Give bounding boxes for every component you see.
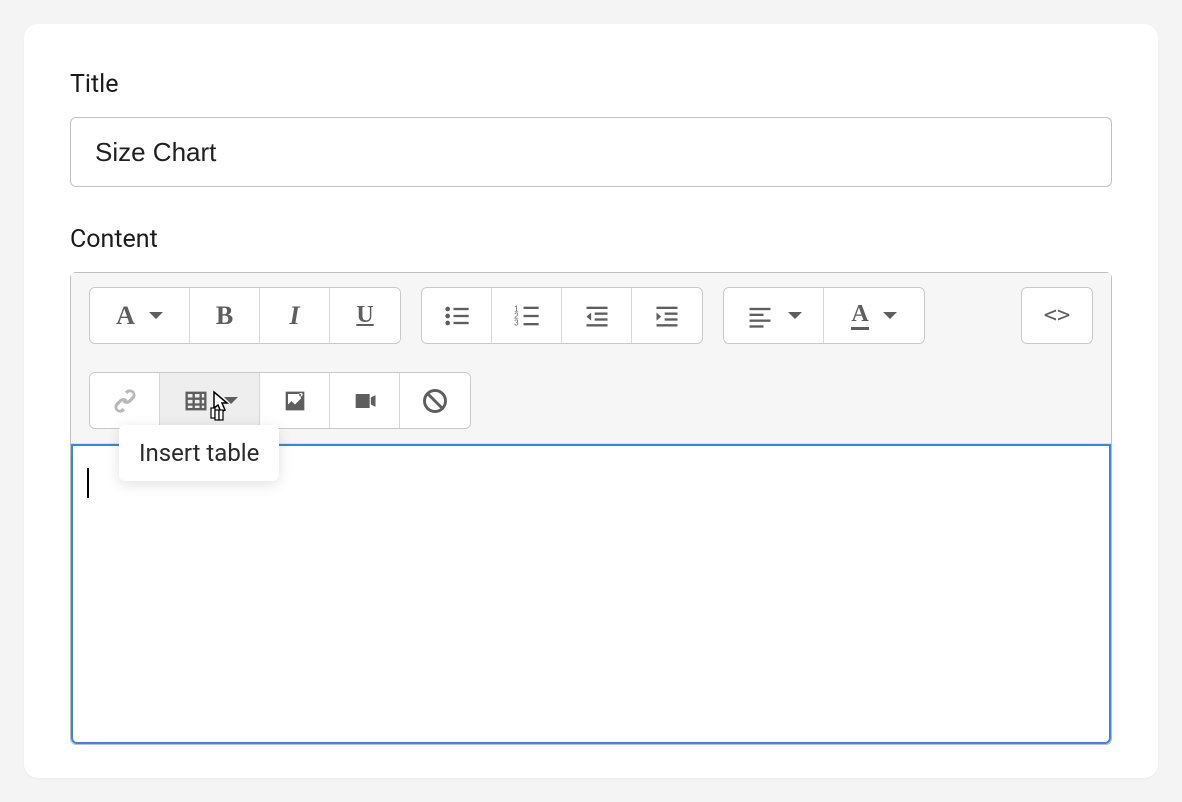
editor-card: Title Content A B I U: [24, 24, 1158, 778]
link-icon: [111, 387, 139, 415]
bullet-list-button[interactable]: [422, 288, 492, 343]
rich-text-editor: A B I U 123: [70, 272, 1112, 745]
clear-format-icon: [421, 387, 449, 415]
clear-formatting-button[interactable]: [400, 373, 470, 428]
italic-button[interactable]: I: [260, 288, 330, 343]
text-style-group: A B I U: [89, 287, 401, 344]
title-input[interactable]: [70, 117, 1112, 187]
insert-link-button[interactable]: [90, 373, 160, 428]
code-view-button[interactable]: <>: [1022, 288, 1092, 343]
bullet-list-icon: [443, 302, 471, 330]
video-icon: [351, 387, 379, 415]
outdent-icon: [583, 302, 611, 330]
chevron-down-icon: [883, 312, 897, 319]
align-dropdown[interactable]: [724, 288, 824, 343]
italic-icon: I: [289, 301, 299, 331]
bold-icon: B: [216, 301, 233, 331]
numbered-list-icon: 123: [513, 302, 541, 330]
insert-video-button[interactable]: [330, 373, 400, 428]
font-style-icon: A: [116, 301, 135, 331]
svg-text:3: 3: [514, 318, 519, 327]
title-label: Title: [70, 70, 1112, 99]
insert-table-tooltip: Insert table: [119, 425, 279, 481]
text-color-icon: A: [851, 302, 868, 330]
editor-toolbar: A B I U 123: [71, 273, 1111, 444]
insert-table-dropdown[interactable]: [160, 373, 260, 428]
underline-icon: U: [356, 302, 373, 329]
content-label: Content: [70, 225, 1112, 254]
chevron-down-icon: [149, 312, 163, 319]
code-view-group: <>: [1021, 287, 1093, 344]
numbered-list-button[interactable]: 123: [492, 288, 562, 343]
chevron-down-icon: [224, 397, 238, 404]
paragraph-style-dropdown[interactable]: A: [90, 288, 190, 343]
text-cursor: [87, 468, 89, 498]
table-icon: [182, 387, 210, 415]
text-color-dropdown[interactable]: A: [824, 288, 924, 343]
indent-button[interactable]: [632, 288, 702, 343]
image-icon: [281, 387, 309, 415]
outdent-button[interactable]: [562, 288, 632, 343]
content-editor[interactable]: [71, 444, 1111, 744]
insert-image-button[interactable]: [260, 373, 330, 428]
underline-button[interactable]: U: [330, 288, 400, 343]
insert-group: [89, 372, 471, 429]
align-color-group: A: [723, 287, 925, 344]
chevron-down-icon: [788, 312, 802, 319]
code-icon: <>: [1044, 303, 1071, 328]
list-indent-group: 123: [421, 287, 703, 344]
indent-icon: [653, 302, 681, 330]
bold-button[interactable]: B: [190, 288, 260, 343]
align-left-icon: [746, 302, 774, 330]
